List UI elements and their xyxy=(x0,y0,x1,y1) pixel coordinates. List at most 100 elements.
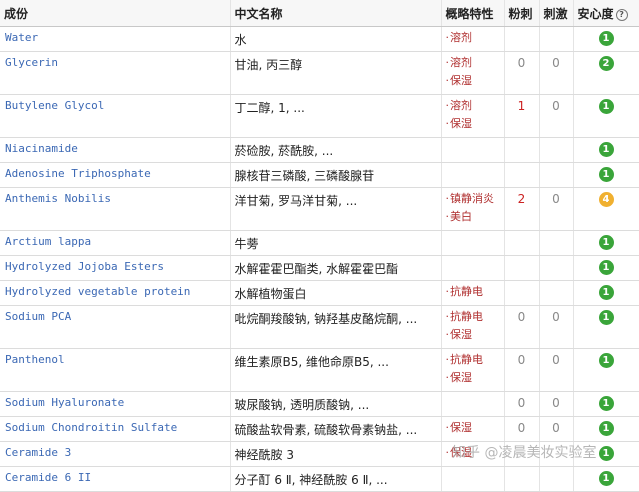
chinese-name-cell: 牛蒡 xyxy=(230,230,442,256)
ingredient-link[interactable]: Arctium lappa xyxy=(0,230,231,256)
table-row: Sodium Hyaluronate 玻尿酸钠, 透明质酸钠, ... 0 0 1 xyxy=(0,391,639,417)
ingredient-link[interactable]: Sodium Hyaluronate xyxy=(0,391,231,417)
property-tag: 保湿 xyxy=(446,369,500,387)
safety-badge: 1 xyxy=(598,353,614,368)
table-row: Arctium lappa 牛蒡 1 xyxy=(0,230,639,256)
ingredient-link[interactable]: Hydrolyzed vegetable protein xyxy=(0,280,231,306)
properties-cell xyxy=(441,391,505,417)
property-tag: 溶剂 xyxy=(446,29,500,47)
property-tag: 抗静电 xyxy=(446,283,500,301)
safety-badge: 1 xyxy=(598,310,614,325)
acne-rating xyxy=(504,26,540,52)
col-header-acne[interactable]: 粉刺 xyxy=(504,0,540,27)
ingredient-link[interactable]: Niacinamide xyxy=(0,137,231,163)
acne-rating: 2 xyxy=(504,187,540,231)
safety-badge: 1 xyxy=(598,99,614,114)
acne-rating: 1 xyxy=(504,94,540,138)
col-header-chinese-name[interactable]: 中文名称 xyxy=(230,0,442,27)
acne-rating xyxy=(504,230,540,256)
safety-cell: 4 xyxy=(573,187,639,231)
safety-cell: 1 xyxy=(573,280,639,306)
properties-cell: 溶剂 xyxy=(441,26,505,52)
acne-rating xyxy=(504,255,540,281)
table-row: Glycerin甘油, 丙三醇溶剂保湿002 xyxy=(0,51,639,95)
safety-cell: 1 xyxy=(573,255,639,281)
property-tag: 镇静消炎 xyxy=(446,190,500,208)
property-tag: 美白 xyxy=(446,208,500,226)
table-row: Anthemis Nobilis洋甘菊, 罗马洋甘菊, ...镇静消炎美白20 4 xyxy=(0,187,639,231)
ingredient-link[interactable]: Ceramide 6 II xyxy=(0,466,231,492)
col-header-safety[interactable]: 安心度? xyxy=(573,0,639,27)
property-tag: 溶剂 xyxy=(446,97,500,115)
acne-rating xyxy=(504,137,540,163)
table-row: Ceramide 6 II 分子酊 6 Ⅱ, 神经酰胺 6 Ⅱ, ... 1 xyxy=(0,466,639,492)
ingredient-link[interactable]: Sodium PCA xyxy=(0,305,231,349)
acne-rating: 0 xyxy=(504,391,540,417)
ingredient-link[interactable]: Ceramide 3 xyxy=(0,441,231,467)
properties-cell: 抗静电保湿 xyxy=(441,348,505,392)
chinese-name-cell: 神经酰胺 3 xyxy=(230,441,442,467)
ingredient-link[interactable]: Anthemis Nobilis xyxy=(0,187,231,231)
safety-badge: 1 xyxy=(598,396,614,411)
safety-cell: 1 xyxy=(573,94,639,138)
safety-badge: 1 xyxy=(598,235,614,250)
property-tag: 保湿 xyxy=(446,72,500,90)
safety-badge: 4 xyxy=(598,192,614,207)
chinese-name-cell: 甘油, 丙三醇 xyxy=(230,51,442,95)
irritation-rating: 0 xyxy=(539,305,574,349)
table-header-row: 成份 中文名称 概略特性 粉刺 刺激 安心度? xyxy=(0,0,639,27)
irritation-rating xyxy=(539,26,574,52)
watermark: 知乎 @凌晨美妆实验室 xyxy=(452,445,597,461)
irritation-rating xyxy=(539,162,574,188)
irritation-rating xyxy=(539,280,574,306)
properties-cell xyxy=(441,137,505,163)
ingredient-link[interactable]: Adenosine Triphosphate xyxy=(0,162,231,188)
chinese-name-cell: 丁二醇, 1, ... xyxy=(230,94,442,138)
property-tag: 保湿 xyxy=(446,326,500,344)
table-row: Water水溶剂 1 xyxy=(0,26,639,52)
properties-cell xyxy=(441,230,505,256)
irritation-rating: 0 xyxy=(539,187,574,231)
ingredient-link[interactable]: Butylene Glycol xyxy=(0,94,231,138)
safety-cell: 2 xyxy=(573,51,639,95)
chinese-name-cell: 玻尿酸钠, 透明质酸钠, ... xyxy=(230,391,442,417)
safety-badge: 1 xyxy=(598,167,614,182)
properties-cell: 保湿 xyxy=(441,416,505,442)
table-row: Adenosine Triphosphate 腺核苷三磷酸, 三磷酸腺苷 1 xyxy=(0,162,639,188)
chinese-name-cell: 维生素原B5, 维他命原B5, ... xyxy=(230,348,442,392)
chinese-name-cell: 分子酊 6 Ⅱ, 神经酰胺 6 Ⅱ, ... xyxy=(230,466,442,492)
irritation-rating xyxy=(539,255,574,281)
ingredient-link[interactable]: Hydrolyzed Jojoba Esters xyxy=(0,255,231,281)
ingredient-link[interactable]: Glycerin xyxy=(0,51,231,95)
col-header-ingredient[interactable]: 成份 xyxy=(0,0,231,27)
irritation-rating xyxy=(539,230,574,256)
table-row: Panthenol维生素原B5, 维他命原B5, ...抗静电保湿001 xyxy=(0,348,639,392)
irritation-rating: 0 xyxy=(539,348,574,392)
table-row: Sodium Chondroitin Sulfate 硫酸盐软骨素, 硫酸软骨素钠… xyxy=(0,416,639,442)
acne-rating: 0 xyxy=(504,51,540,95)
properties-cell: 溶剂保湿 xyxy=(441,51,505,95)
safety-cell: 1 xyxy=(573,26,639,52)
chinese-name-cell: 硫酸盐软骨素, 硫酸软骨素钠盐, ... xyxy=(230,416,442,442)
ingredient-link[interactable]: Panthenol xyxy=(0,348,231,392)
col-header-properties[interactable]: 概略特性 xyxy=(441,0,505,27)
ingredient-link[interactable]: Sodium Chondroitin Sulfate xyxy=(0,416,231,442)
table-row: Hydrolyzed Jojoba Esters 水解霍霍巴酯类, 水解霍霍巴酯 1 xyxy=(0,255,639,281)
acne-rating: 0 xyxy=(504,348,540,392)
property-tag: 溶剂 xyxy=(446,54,500,72)
acne-rating: 0 xyxy=(504,416,540,442)
chinese-name-cell: 腺核苷三磷酸, 三磷酸腺苷 xyxy=(230,162,442,188)
properties-cell xyxy=(441,255,505,281)
safety-badge: 1 xyxy=(598,421,614,436)
property-tag: 保湿 xyxy=(446,419,500,437)
acne-rating xyxy=(504,466,540,492)
help-icon[interactable]: ? xyxy=(615,8,628,21)
properties-cell: 溶剂保湿 xyxy=(441,94,505,138)
col-header-irritation[interactable]: 刺激 xyxy=(539,0,574,27)
chinese-name-cell: 水 xyxy=(230,26,442,52)
table-body: Water水溶剂1Glycerin甘油, 丙三醇溶剂保湿002Butylene … xyxy=(0,26,639,492)
properties-cell: 抗静电 xyxy=(441,280,505,306)
ingredient-link[interactable]: Water xyxy=(0,26,231,52)
chinese-name-cell: 吡烷酮羧酸钠, 钠羟基皮酪烷酮, ... xyxy=(230,305,442,349)
properties-cell: 镇静消炎美白 xyxy=(441,187,505,231)
